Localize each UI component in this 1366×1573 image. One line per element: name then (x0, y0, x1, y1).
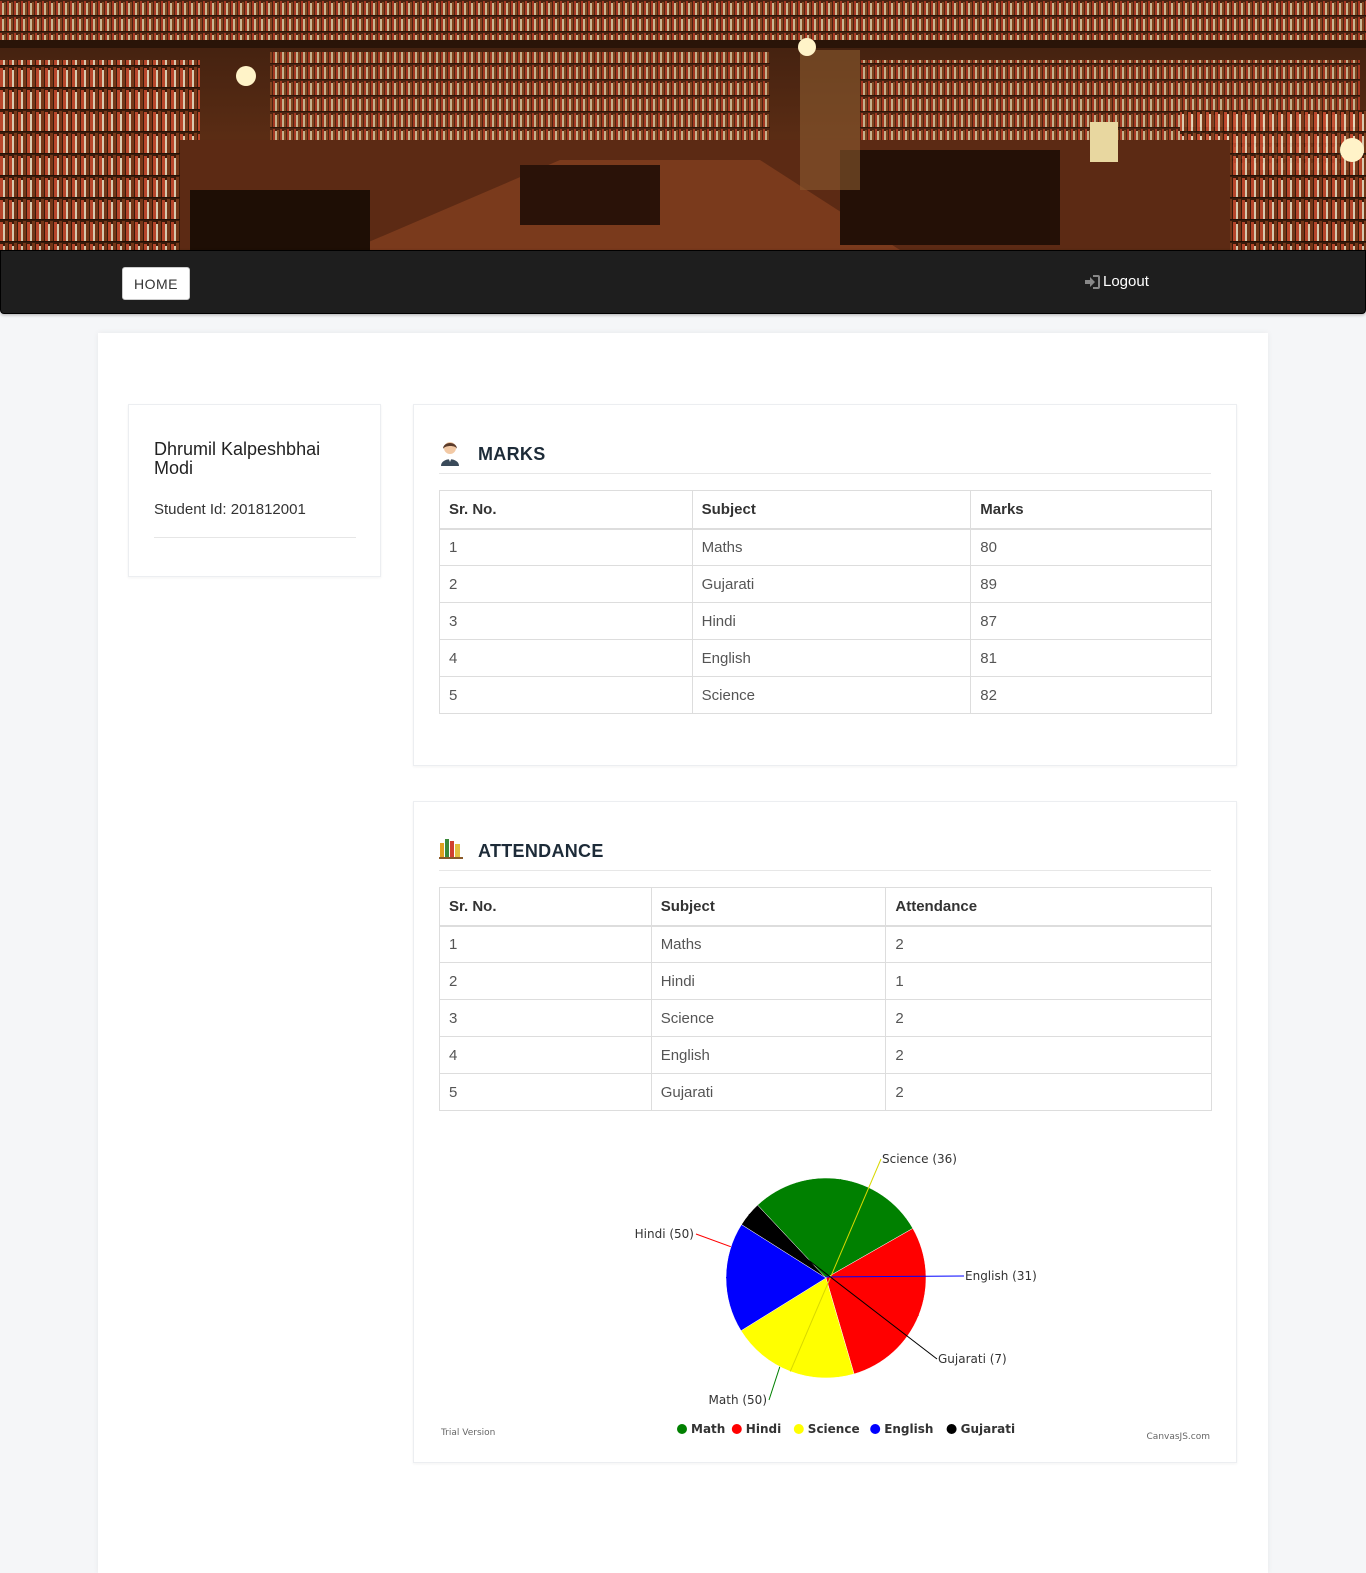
legend-label: English (884, 1422, 933, 1436)
table-row: 5 Gujarati 2 (439, 1073, 1212, 1111)
table-cell: 1 (885, 962, 1212, 1000)
table-cell: 2 (439, 565, 693, 603)
table-cell: 82 (970, 676, 1212, 714)
legend-label: Gujarati (961, 1422, 1015, 1436)
legend-item-science: Science (793, 1422, 860, 1436)
student-icon (441, 442, 459, 466)
table-cell: 2 (885, 1073, 1212, 1111)
table-cell: Maths (691, 528, 972, 566)
table-cell: English (691, 639, 972, 677)
table-cell: 4 (439, 1036, 652, 1074)
legend-item-gujarati: Gujarati (946, 1422, 1015, 1436)
legend-item-math: Math (677, 1422, 725, 1436)
trial-version-label: Trial Version (440, 1428, 495, 1438)
table-cell: Gujarati (691, 565, 972, 603)
attendance-title: ATTENDANCE (478, 841, 604, 861)
table-cell: 1 (439, 925, 652, 963)
library-banner-image (0, 0, 1366, 250)
marks-title: MARKS (478, 444, 546, 464)
divider (154, 537, 356, 538)
column-header: Sr. No. (439, 490, 693, 530)
legend-marker (946, 1424, 957, 1434)
books-icon (439, 839, 463, 859)
table-row: 4 English 81 (439, 639, 1212, 677)
legend-marker (731, 1424, 742, 1434)
legend-marker (870, 1424, 881, 1434)
legend-marker (677, 1424, 687, 1434)
legend-item-hindi: Hindi (731, 1422, 781, 1436)
column-header: Marks (970, 490, 1212, 530)
legend-label: Math (691, 1422, 725, 1436)
column-header: Subject (691, 490, 972, 530)
attendance-table: Sr. No. Subject Attendance 1 Maths 2 2 H… (439, 887, 1212, 1111)
table-row: 2 Gujarati 89 (439, 565, 1212, 603)
table-cell: 5 (439, 1073, 652, 1111)
table-cell: 2 (885, 925, 1212, 963)
pie-label-math: Math (50) (709, 1393, 767, 1407)
table-cell: 81 (970, 639, 1212, 677)
table-header-row: Sr. No. Subject Marks (439, 490, 1212, 530)
marks-panel: MARKS Sr. No. Subject Marks 1 Maths 80 2 (413, 404, 1237, 766)
table-row: 1 Maths 2 (439, 925, 1212, 963)
column-header: Subject (650, 887, 887, 927)
table-row: 5 Science 82 (439, 676, 1212, 714)
canvasjs-credit-link[interactable]: CanvasJS.com (1147, 1432, 1210, 1442)
logout-link[interactable]: Logout (1084, 273, 1149, 290)
column-header: Sr. No. (439, 887, 652, 927)
pie-label-science: Science (36) (882, 1152, 957, 1166)
table-cell: 1 (439, 528, 693, 566)
legend-label: Science (808, 1422, 860, 1436)
table-cell: 89 (970, 565, 1212, 603)
table-cell: 2 (885, 1036, 1212, 1074)
table-row: 4 English 2 (439, 1036, 1212, 1074)
table-cell: 5 (439, 676, 693, 714)
table-row: 2 Hindi 1 (439, 962, 1212, 1000)
table-cell: English (650, 1036, 887, 1074)
table-header-row: Sr. No. Subject Attendance (439, 887, 1212, 927)
table-cell: Science (691, 676, 972, 714)
top-navbar: HOME Logout (0, 250, 1366, 314)
table-cell: 3 (439, 602, 693, 640)
table-cell: Maths (650, 925, 887, 963)
table-row: 1 Maths 80 (439, 528, 1212, 566)
table-row: 3 Hindi 87 (439, 602, 1212, 640)
pie-label-gujarati: Gujarati (7) (938, 1352, 1007, 1366)
column-header: Attendance (885, 887, 1212, 927)
table-cell: 2 (885, 999, 1212, 1037)
profile-card: Dhrumil Kalpeshbhai Modi Student Id: 201… (128, 404, 381, 577)
marks-table: Sr. No. Subject Marks 1 Maths 80 2 Gujar… (439, 490, 1212, 714)
pie-label-hindi: Hindi (50) (635, 1227, 694, 1241)
table-cell: Hindi (691, 602, 972, 640)
legend-label: Hindi (746, 1422, 781, 1436)
table-cell: 80 (970, 528, 1212, 566)
logout-label: Logout (1103, 273, 1149, 290)
table-cell: Science (650, 999, 887, 1037)
table-row: 3 Science 2 (439, 999, 1212, 1037)
attendance-header: ATTENDANCE (439, 834, 1211, 871)
main-container: Dhrumil Kalpeshbhai Modi Student Id: 201… (98, 333, 1268, 1573)
student-name: Dhrumil Kalpeshbhai Modi (154, 439, 321, 478)
pie-label-english: English (31) (965, 1269, 1037, 1283)
student-id: Student Id: 201812001 (154, 501, 306, 518)
table-cell: 3 (439, 999, 652, 1037)
attendance-panel: ATTENDANCE Sr. No. Subject Attendance 1 … (413, 801, 1237, 1463)
sign-in-icon (1085, 274, 1100, 289)
attendance-pie-chart: Math (50) Hindi (50) Science (36) English (… (440, 1152, 1210, 1442)
table-cell: 4 (439, 639, 693, 677)
marks-header: MARKS (439, 437, 1211, 474)
table-cell: 87 (970, 602, 1212, 640)
home-button[interactable]: HOME (122, 267, 190, 300)
legend-marker (793, 1424, 804, 1434)
table-cell: 2 (439, 962, 652, 1000)
legend-item-english: English (870, 1422, 933, 1436)
table-cell: Hindi (650, 962, 887, 1000)
table-cell: Gujarati (650, 1073, 887, 1111)
